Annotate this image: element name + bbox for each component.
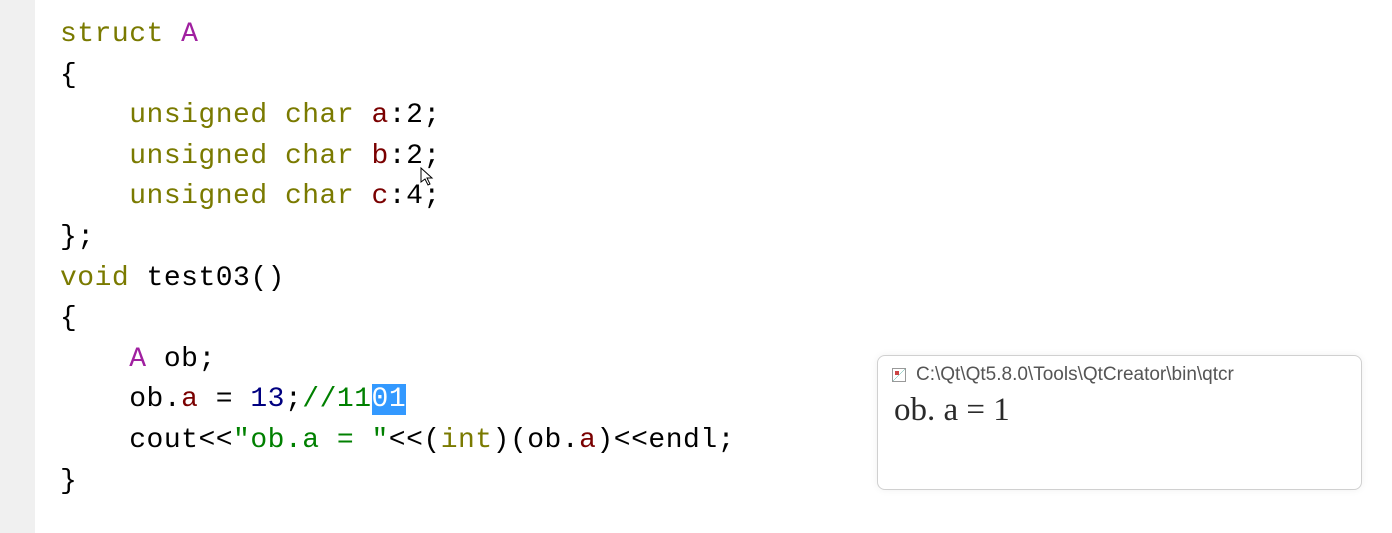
code-line: }; xyxy=(60,218,1392,259)
field-a: a xyxy=(371,100,388,131)
brace-close: } xyxy=(60,466,77,497)
dot-op: . xyxy=(562,425,579,456)
paren: ) xyxy=(596,425,613,456)
paren: ) xyxy=(493,425,510,456)
brace-open: { xyxy=(60,60,77,91)
keyword-struct: struct xyxy=(60,19,164,50)
field-a-ref: a xyxy=(579,425,596,456)
string-literal: "ob.a = " xyxy=(233,425,389,456)
keyword-char: char xyxy=(285,181,354,212)
shift-op: << xyxy=(198,425,233,456)
paren: ( xyxy=(510,425,527,456)
field-c: c xyxy=(371,181,388,212)
cursor-arrow-icon xyxy=(420,167,436,192)
var-ob: ob xyxy=(164,344,199,375)
type-A: A xyxy=(129,344,146,375)
code-line: unsigned char c:4; xyxy=(60,177,1392,218)
brace-open: { xyxy=(60,303,77,334)
keyword-char: char xyxy=(285,100,354,131)
cout: cout xyxy=(129,425,198,456)
obj-ob: ob xyxy=(527,425,562,456)
function-name: test03 xyxy=(147,263,251,294)
keyword-int: int xyxy=(441,425,493,456)
keyword-char: char xyxy=(285,141,354,172)
console-window[interactable]: C:\Qt\Qt5.8.0\Tools\QtCreator\bin\qtcr o… xyxy=(877,355,1362,490)
code-line: void test03() xyxy=(60,259,1392,300)
keyword-unsigned: unsigned xyxy=(129,181,267,212)
editor-gutter xyxy=(0,0,35,533)
keyword-unsigned: unsigned xyxy=(129,100,267,131)
keyword-unsigned: unsigned xyxy=(129,141,267,172)
comment: //11 xyxy=(302,384,371,415)
console-titlebar[interactable]: C:\Qt\Qt5.8.0\Tools\QtCreator\bin\qtcr xyxy=(878,356,1361,390)
text-selection[interactable]: 01 xyxy=(372,384,407,415)
semicolon: ; xyxy=(285,384,302,415)
shift-op: << xyxy=(389,425,424,456)
struct-name: A xyxy=(181,19,198,50)
field-b: b xyxy=(371,141,388,172)
console-output: ob. a = 1 xyxy=(878,390,1361,431)
paren: ( xyxy=(423,425,440,456)
code-line: { xyxy=(60,56,1392,97)
console-app-icon xyxy=(892,368,906,382)
field-a-ref: a xyxy=(181,384,198,415)
dot-op: . xyxy=(164,384,181,415)
parens: () xyxy=(250,263,285,294)
code-line: { xyxy=(60,299,1392,340)
semicolon: ; xyxy=(198,344,215,375)
keyword-void: void xyxy=(60,263,129,294)
code-line: unsigned char a:2; xyxy=(60,96,1392,137)
brace-close: }; xyxy=(60,222,95,253)
console-title-text: C:\Qt\Qt5.8.0\Tools\QtCreator\bin\qtcr xyxy=(916,364,1234,386)
assign-op: = xyxy=(198,384,250,415)
number-literal: 13 xyxy=(250,384,285,415)
bitfield: :2; xyxy=(389,100,441,131)
endl: endl xyxy=(648,425,717,456)
code-line: struct A xyxy=(60,15,1392,56)
semicolon: ; xyxy=(718,425,735,456)
obj-ob: ob xyxy=(129,384,164,415)
code-line: unsigned char b:2; xyxy=(60,137,1392,178)
shift-op: << xyxy=(614,425,649,456)
